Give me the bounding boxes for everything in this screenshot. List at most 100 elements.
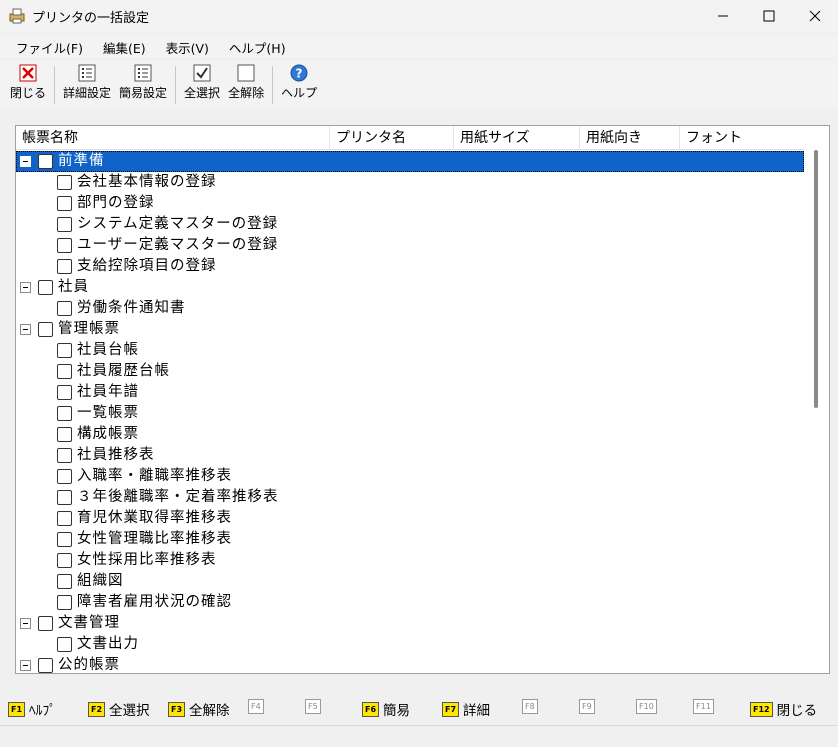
row-checkbox[interactable] — [57, 259, 72, 274]
row-checkbox[interactable] — [38, 154, 53, 169]
fkey-f2-button[interactable]: F2 全選択 — [88, 699, 150, 719]
tree-item-row[interactable]: 社員台帳 — [16, 340, 804, 361]
simple-settings-button[interactable]: 簡易設定 — [115, 60, 171, 106]
row-checkbox[interactable] — [38, 616, 53, 631]
tree-item-row[interactable]: 社員年譜 — [16, 382, 804, 403]
deselect-all-button[interactable]: 全解除 — [224, 60, 268, 106]
row-checkbox[interactable] — [57, 343, 72, 358]
scrollbar-thumb[interactable] — [814, 150, 818, 408]
fkey-cap: F3 — [168, 701, 186, 717]
row-label: 社員台帳 — [77, 342, 139, 358]
fkey-f7-button[interactable]: F7 詳細 — [442, 699, 490, 719]
close-red-icon — [19, 64, 37, 82]
tree-group-row[interactable]: 公的帳票 — [16, 655, 804, 673]
tree-item-row[interactable]: ３年後離職率・定着率推移表 — [16, 487, 804, 508]
row-checkbox[interactable] — [57, 385, 72, 400]
tree-group-row[interactable]: 管理帳票 — [16, 319, 804, 340]
row-checkbox[interactable] — [57, 511, 72, 526]
tree-item-row[interactable]: 女性管理職比率推移表 — [16, 529, 804, 550]
tree-group-row[interactable]: 社員 — [16, 277, 804, 298]
vertical-scrollbar[interactable] — [804, 126, 829, 673]
tree-group-row[interactable]: 文書管理 — [16, 613, 804, 634]
deselect-all-label: 全解除 — [228, 86, 265, 100]
row-checkbox[interactable] — [57, 448, 72, 463]
collapse-toggle-icon[interactable] — [20, 660, 31, 671]
tree-item-row[interactable]: 社員履歴台帳 — [16, 361, 804, 382]
row-checkbox[interactable] — [57, 490, 72, 505]
tree-item-row[interactable]: 文書出力 — [16, 634, 804, 655]
row-checkbox[interactable] — [57, 532, 72, 547]
tree-item-row[interactable]: ユーザー定義マスターの登録 — [16, 235, 804, 256]
detail-list-icon — [78, 64, 96, 82]
row-label: 労働条件通知書 — [77, 300, 186, 316]
fkey-f4-button: F4 — [248, 699, 268, 714]
column-printer-name[interactable]: プリンタ名 — [330, 126, 454, 150]
close-button[interactable]: 閉じる — [6, 60, 50, 106]
report-tree-list[interactable]: 帳票名称 プリンタ名 用紙サイズ 用紙向き フォント 前準備 会社基本情報の登録部… — [15, 125, 830, 674]
toolbar: 閉じる 詳細設定 簡易設定 全選択 全解除 ? ヘルプ — [0, 60, 838, 108]
menu-view[interactable]: 表示(V) — [156, 38, 219, 57]
row-label: ユーザー定義マスターの登録 — [77, 237, 279, 253]
minimize-button[interactable] — [700, 0, 746, 32]
tree-item-row[interactable]: 育児休業取得率推移表 — [16, 508, 804, 529]
tree-item-row[interactable]: 構成帳票 — [16, 424, 804, 445]
fkey-f11-button: F11 — [693, 699, 718, 714]
close-window-button[interactable] — [792, 0, 838, 32]
row-checkbox[interactable] — [57, 574, 72, 589]
fkey-f1-button[interactable]: F1 ﾍﾙﾌﾟ — [8, 699, 56, 719]
row-checkbox[interactable] — [57, 406, 72, 421]
tree-group-row[interactable]: 前準備 — [16, 151, 804, 172]
tree-item-row[interactable]: 一覧帳票 — [16, 403, 804, 424]
menu-help[interactable]: ヘルプ(H) — [219, 38, 296, 57]
tree-item-row[interactable]: 支給控除項目の登録 — [16, 256, 804, 277]
row-checkbox[interactable] — [38, 322, 53, 337]
help-button[interactable]: ? ヘルプ — [277, 60, 321, 106]
row-checkbox[interactable] — [57, 196, 72, 211]
tree-item-row[interactable]: 女性採用比率推移表 — [16, 550, 804, 571]
tree-item-row[interactable]: 社員推移表 — [16, 445, 804, 466]
row-label: 育児休業取得率推移表 — [77, 510, 232, 526]
row-label: 構成帳票 — [77, 426, 139, 442]
row-checkbox[interactable] — [57, 553, 72, 568]
maximize-button[interactable] — [746, 0, 792, 32]
window-title: プリンタの一括設定 — [32, 10, 150, 26]
toolbar-separator — [54, 66, 56, 104]
row-checkbox[interactable] — [57, 301, 72, 316]
tree-item-row[interactable]: 部門の登録 — [16, 193, 804, 214]
tree-item-row[interactable]: システム定義マスターの登録 — [16, 214, 804, 235]
detail-settings-button[interactable]: 詳細設定 — [59, 60, 115, 106]
collapse-toggle-icon[interactable] — [20, 324, 31, 335]
tree-item-row[interactable]: 入職率・離職率推移表 — [16, 466, 804, 487]
simple-settings-label: 簡易設定 — [119, 86, 168, 100]
row-checkbox[interactable] — [57, 469, 72, 484]
column-orientation[interactable]: 用紙向き — [580, 126, 680, 150]
row-checkbox[interactable] — [57, 364, 72, 379]
svg-text:?: ? — [296, 67, 303, 81]
column-paper-size[interactable]: 用紙サイズ — [454, 126, 580, 150]
column-report-name[interactable]: 帳票名称 — [16, 126, 330, 150]
row-checkbox[interactable] — [57, 238, 72, 253]
tree-item-row[interactable]: 組織図 — [16, 571, 804, 592]
select-all-button[interactable]: 全選択 — [180, 60, 224, 106]
row-checkbox[interactable] — [38, 658, 53, 673]
column-font[interactable]: フォント — [680, 126, 804, 150]
fkey-f6-button[interactable]: F6 簡易 — [362, 699, 410, 719]
tree-item-row[interactable]: 障害者雇用状況の確認 — [16, 592, 804, 613]
menu-edit[interactable]: 編集(E) — [93, 38, 156, 57]
collapse-toggle-icon[interactable] — [20, 156, 31, 167]
row-checkbox[interactable] — [57, 175, 72, 190]
row-checkbox[interactable] — [57, 637, 72, 652]
collapse-toggle-icon[interactable] — [20, 618, 31, 629]
collapse-toggle-icon[interactable] — [20, 282, 31, 293]
menu-file[interactable]: ファイル(F) — [6, 38, 93, 57]
tree-item-row[interactable]: 会社基本情報の登録 — [16, 172, 804, 193]
row-checkbox[interactable] — [38, 280, 53, 295]
row-label: ３年後離職率・定着率推移表 — [77, 489, 279, 505]
fkey-f3-button[interactable]: F3 全解除 — [168, 699, 230, 719]
function-key-bar: F1 ﾍﾙﾌﾟ F2 全選択 F3 全解除 F4 F5 F6 簡易 F7 詳細 F8 F9 F10 F11 F1… — [0, 692, 838, 724]
row-checkbox[interactable] — [57, 217, 72, 232]
fkey-f12-button[interactable]: F12 閉じる — [750, 699, 817, 719]
row-checkbox[interactable] — [57, 595, 72, 610]
row-checkbox[interactable] — [57, 427, 72, 442]
tree-item-row[interactable]: 労働条件通知書 — [16, 298, 804, 319]
